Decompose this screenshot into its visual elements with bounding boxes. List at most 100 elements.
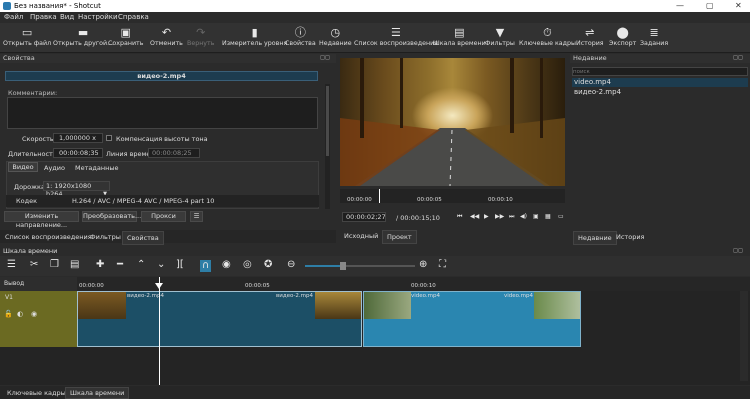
volume-icon[interactable]: ◀) — [520, 212, 527, 222]
rewind-icon[interactable]: ◀◀ — [470, 212, 479, 222]
timeline-scrollbar[interactable] — [740, 291, 748, 381]
timeline-playhead[interactable] — [159, 277, 160, 385]
paste-icon[interactable]: ▤ — [70, 260, 79, 270]
recent-search-input[interactable] — [572, 67, 748, 76]
panel-float-icon[interactable]: ◻◻ — [320, 54, 330, 61]
clip-video-mp4[interactable]: video.mp4 video.mp4 — [363, 291, 581, 347]
mute-icon[interactable]: ◐ — [17, 310, 23, 318]
properties-scrollbar[interactable] — [325, 84, 330, 209]
player-panel: 00:00:00 00:00:05 00:00:10 00:00:02;27 /… — [337, 54, 569, 244]
tab-recent[interactable]: Недавние — [573, 231, 617, 245]
comments-textarea[interactable] — [7, 97, 318, 129]
recent-item-selected[interactable]: video.mp4 — [572, 78, 748, 87]
codec-label: Кодек — [16, 197, 38, 205]
toolbar-folder-button[interactable]: ▬ Открыть другой... — [53, 25, 113, 47]
ripple-icon[interactable]: ◎ — [243, 260, 252, 270]
player-ruler-label: 00:00:10 — [488, 197, 513, 203]
zoom-icon[interactable]: ▣ — [533, 212, 539, 222]
toolbar-stopwatch-button[interactable]: ⏱ Ключевые кадры — [519, 25, 576, 47]
tab-video[interactable]: Видео — [8, 162, 38, 172]
toolbar-filter-button[interactable]: ▼ Фильтры — [485, 25, 515, 47]
save-icon: ▣ — [120, 26, 131, 39]
menu-icon[interactable]: ☰ — [7, 260, 16, 270]
tab-filters[interactable]: Фильтры — [90, 233, 121, 241]
toolbar-history-button[interactable]: ⇌ История — [576, 25, 604, 47]
reverse-button[interactable]: Изменить направление... — [4, 211, 79, 229]
toolbar-timeline-button[interactable]: ▤ Шкала времени — [433, 25, 486, 47]
tab-source[interactable]: Исходный — [340, 230, 382, 242]
toolbar-list-button[interactable]: ☰ Список воспроизведения — [354, 25, 438, 47]
lift-icon[interactable]: ⌃ — [137, 260, 145, 270]
toolbar-undo-button[interactable]: ↶ Отменить — [150, 25, 183, 47]
toolbar-folder-open-button[interactable]: ▭ Открыть файл — [3, 25, 51, 47]
clip-video-2-a[interactable]: видео-2.mp4 видео-2.mp4 — [77, 291, 362, 347]
toolbar-clock-button[interactable]: ◷ Недавние — [319, 25, 352, 47]
close-button[interactable]: ✕ — [735, 1, 742, 10]
eye-icon[interactable]: ◉ — [31, 310, 37, 318]
play-icon[interactable]: ▶ — [484, 212, 489, 222]
recent-item[interactable]: видео-2.mp4 — [572, 88, 748, 97]
menu-icon[interactable]: ☰ — [190, 211, 203, 222]
proxy-button[interactable]: Прокси — [141, 211, 186, 222]
position-timecode[interactable]: 00:00:02;27 — [342, 212, 386, 222]
lock-icon[interactable]: 🔓 — [4, 310, 13, 318]
toolbar-save-button[interactable]: ▣ Сохранить — [108, 25, 143, 47]
pitch-checkbox[interactable] — [106, 135, 112, 141]
maximize-button[interactable]: ▢ — [706, 1, 714, 10]
player-ruler-label: 00:00:00 — [347, 197, 372, 203]
zoom-in-icon[interactable]: ⊕ — [419, 260, 427, 270]
toolbar-jobs-button[interactable]: ≣ Задания — [640, 25, 668, 47]
menu-view[interactable]: Вид — [60, 13, 74, 21]
copy-icon[interactable]: ❐ — [50, 260, 59, 270]
playhead-marker-icon[interactable] — [155, 283, 163, 289]
minimize-button[interactable]: — — [676, 1, 684, 10]
menu-help[interactable]: Справка — [118, 13, 149, 21]
panel-float-icon[interactable]: ◻◻ — [733, 247, 743, 254]
overwrite-icon[interactable]: ⌄ — [157, 260, 165, 270]
volume-slider-icon[interactable]: ▭ — [558, 212, 564, 222]
tab-keyframes[interactable]: Ключевые кадры — [3, 388, 70, 398]
tab-playlist[interactable]: Список воспроизведения — [5, 233, 92, 241]
tab-metadata[interactable]: Метаданные — [75, 164, 119, 172]
tab-properties[interactable]: Свойства — [122, 231, 164, 245]
skip-start-icon[interactable]: ⏮ — [457, 212, 462, 222]
cut-icon[interactable]: ✂ — [30, 260, 38, 270]
menu-file[interactable]: Файл — [4, 13, 23, 21]
skip-end-icon[interactable]: ⏭ — [509, 212, 514, 222]
player-playhead[interactable] — [379, 189, 380, 203]
menu-edit[interactable]: Правка — [30, 13, 57, 21]
zoom-slider[interactable] — [305, 262, 415, 270]
speed-input[interactable]: 1,000000 x — [53, 133, 103, 143]
split-icon[interactable]: ][ — [176, 260, 184, 270]
filename-field[interactable]: видео-2.mp4 — [5, 71, 318, 81]
toolbar-meter-button[interactable]: ▮ Измеритель уровня — [222, 25, 287, 47]
zoom-slider-handle[interactable] — [340, 262, 346, 270]
toolbar-export-button[interactable]: ⬤ Экспорт — [609, 25, 636, 47]
toolbar-info-button[interactable]: ⓘ Свойства — [285, 25, 316, 47]
remove-icon[interactable]: ━ — [117, 260, 123, 270]
menu-settings[interactable]: Настройки — [78, 13, 118, 21]
zoom-fit-icon[interactable]: ⛶ — [439, 260, 446, 270]
scrub-icon[interactable]: ◉ — [222, 260, 231, 270]
convert-button[interactable]: Преобразовать... — [82, 211, 141, 222]
append-icon[interactable]: ✚ — [96, 260, 104, 270]
tab-history[interactable]: История — [616, 233, 644, 241]
track-select[interactable]: 1: 1920x1080 h264 ▼ — [43, 181, 110, 198]
player-ruler[interactable] — [340, 189, 565, 203]
duration-input[interactable]: 00:00:08;35 — [53, 148, 103, 158]
timeline-toolbar: ☰ ✂ ❐ ▤ ✚ ━ ⌃ ⌄ ][ ∩ ◉ ◎ ✪ ⊖ ⊕ ⛶ — [0, 256, 750, 276]
grid-icon[interactable]: ▦ — [545, 212, 551, 222]
tab-audio[interactable]: Аудио — [44, 164, 65, 172]
panel-float-icon[interactable]: ◻◻ — [733, 54, 743, 61]
menu-bar: Файл Правка Вид Настройки Справка — [0, 12, 750, 23]
properties-panel: Свойства ◻◻ видео-2.mp4 Комментарии: Ско… — [0, 54, 336, 244]
ripple-all-icon[interactable]: ✪ — [264, 260, 272, 270]
toolbar-redo-button[interactable]: ↷ Вернуть — [187, 25, 214, 47]
fast-forward-icon[interactable]: ▶▶ — [495, 212, 504, 222]
stopwatch-icon: ⏱ — [543, 26, 552, 39]
zoom-out-icon[interactable]: ⊖ — [287, 260, 295, 270]
tab-timeline[interactable]: Шкала времени — [65, 387, 130, 399]
track-head-v1[interactable]: V1 🔓 ◐ ◉ — [0, 291, 77, 347]
tab-project[interactable]: Проект — [382, 230, 417, 244]
snap-icon[interactable]: ∩ — [200, 260, 212, 272]
